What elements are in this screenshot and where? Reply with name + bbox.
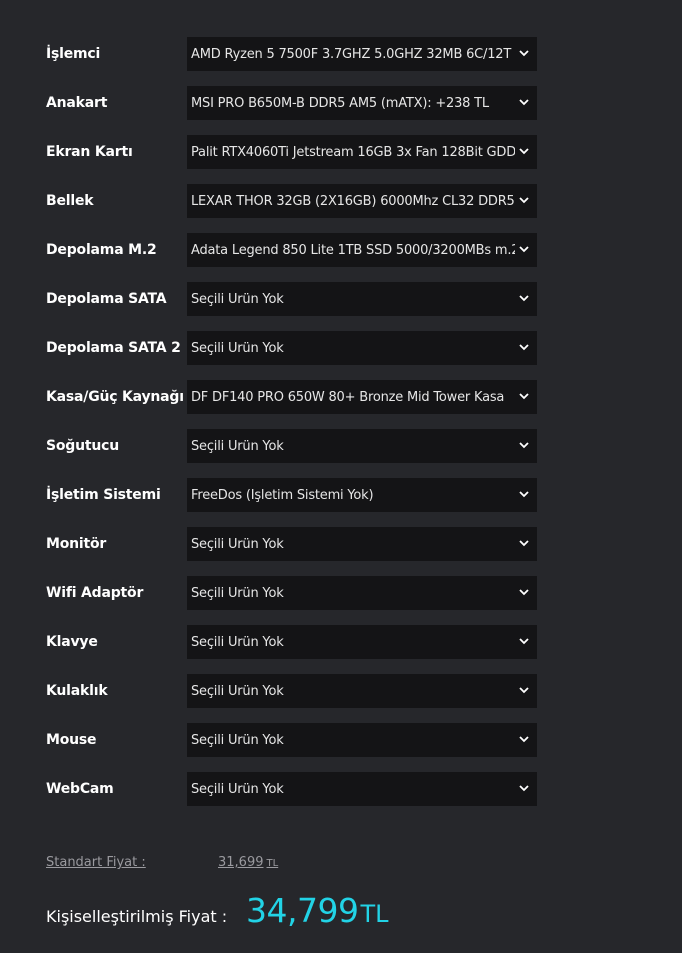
component-label: Depolama M.2: [46, 242, 157, 258]
chevron-down-icon: [519, 540, 529, 547]
selected-value: DF DF140 PRO 650W 80+ Bronze Mid Tower K…: [191, 389, 505, 405]
custom-price-amount: 34,799: [246, 891, 359, 930]
chevron-down-icon: [519, 393, 529, 400]
config-row-depolama-m2: Depolama M.2 Adata Legend 850 Lite 1TB S…: [46, 233, 538, 267]
selected-value: AMD Ryzen 5 7500F 3.7GHZ 5.0GHZ 32MB 6C/…: [191, 46, 512, 62]
chevron-down-icon: [519, 246, 529, 253]
selected-value: Seçili Ürün Yok: [191, 340, 284, 356]
memory-select[interactable]: LEXAR THOR 32GB (2X16GB) 6000Mhz CL32 DD…: [187, 184, 537, 218]
component-label: İşlemci: [46, 46, 101, 62]
selected-value: Seçili Ürün Yok: [191, 781, 284, 797]
standard-price-amount: 31,699: [218, 855, 264, 870]
chevron-down-icon: [519, 589, 529, 596]
selected-value: Adata Legend 850 Lite 1TB SSD 5000/3200M…: [191, 242, 515, 258]
wifi-adapter-select[interactable]: Seçili Ürün Yok: [187, 576, 537, 610]
config-row-klavye: Klavye Seçili Ürün Yok: [46, 625, 538, 659]
custom-price-currency: TL: [360, 900, 389, 928]
keyboard-select[interactable]: Seçili Ürün Yok: [187, 625, 537, 659]
m2-storage-select[interactable]: Adata Legend 850 Lite 1TB SSD 5000/3200M…: [187, 233, 537, 267]
custom-price-label: Kişiselleştirilmiş Fiyat :: [46, 907, 228, 926]
config-row-webcam: WebCam Seçili Ürün Yok: [46, 772, 538, 806]
selected-value: LEXAR THOR 32GB (2X16GB) 6000Mhz CL32 DD…: [191, 193, 515, 209]
component-label: Ekran Kartı: [46, 144, 133, 160]
gpu-select[interactable]: Palit RTX4060Ti Jetstream 16GB 3x Fan 12…: [187, 135, 537, 169]
config-row-mouse: Mouse Seçili Ürün Yok: [46, 723, 538, 757]
component-label: Anakart: [46, 95, 108, 111]
selected-value: Seçili Ürün Yok: [191, 634, 284, 650]
config-row-kasa: Kasa/Güç Kaynağı DF DF140 PRO 650W 80+ B…: [46, 380, 538, 414]
config-row-depolama-sata: Depolama SATA Seçili Ürün Yok: [46, 282, 538, 316]
config-row-wifi-adaptor: Wifi Adaptör Seçili Ürün Yok: [46, 576, 538, 610]
component-label: Depolama SATA: [46, 291, 167, 307]
component-label: Soğutucu: [46, 438, 120, 454]
standard-price-value: 31,699 TL: [218, 855, 278, 870]
cpu-select[interactable]: AMD Ryzen 5 7500F 3.7GHZ 5.0GHZ 32MB 6C/…: [187, 37, 537, 71]
standard-price-row: Standart Fiyat : 31,699 TL: [46, 855, 546, 877]
config-row-ekran-karti: Ekran Kartı Palit RTX4060Ti Jetstream 16…: [46, 135, 538, 169]
config-row-bellek: Bellek LEXAR THOR 32GB (2X16GB) 6000Mhz …: [46, 184, 538, 218]
chevron-down-icon: [519, 344, 529, 351]
monitor-select[interactable]: Seçili Ürün Yok: [187, 527, 537, 561]
custom-price-row: Kişiselleştirilmiş Fiyat : 34,799 TL: [46, 891, 546, 930]
config-row-isletim-sistemi: İşletim Sistemi FreeDos (İşletim Sistemi…: [46, 478, 538, 512]
chevron-down-icon: [519, 687, 529, 694]
chevron-down-icon: [519, 442, 529, 449]
chevron-down-icon: [519, 197, 529, 204]
chevron-down-icon: [519, 785, 529, 792]
component-label: Klavye: [46, 634, 98, 650]
component-label: Monitör: [46, 536, 107, 552]
chevron-down-icon: [519, 491, 529, 498]
mouse-select[interactable]: Seçili Ürün Yok: [187, 723, 537, 757]
config-row-monitor: Monitör Seçili Ürün Yok: [46, 527, 538, 561]
case-psu-select[interactable]: DF DF140 PRO 650W 80+ Bronze Mid Tower K…: [187, 380, 537, 414]
config-row-depolama-sata-2: Depolama SATA 2 Seçili Ürün Yok: [46, 331, 538, 365]
selected-value: Seçili Ürün Yok: [191, 438, 284, 454]
webcam-select[interactable]: Seçili Ürün Yok: [187, 772, 537, 806]
chevron-down-icon: [519, 736, 529, 743]
selected-value: Seçili Ürün Yok: [191, 585, 284, 601]
component-config-list: İşlemci AMD Ryzen 5 7500F 3.7GHZ 5.0GHZ …: [46, 37, 538, 821]
sata-storage-2-select[interactable]: Seçili Ürün Yok: [187, 331, 537, 365]
config-row-sogutucu: Soğutucu Seçili Ürün Yok: [46, 429, 538, 463]
standard-price-currency: TL: [266, 858, 279, 869]
config-row-anakart: Anakart MSI PRO B650M-B DDR5 AM5 (mATX):…: [46, 86, 538, 120]
component-label: WebCam: [46, 781, 114, 797]
sata-storage-select[interactable]: Seçili Ürün Yok: [187, 282, 537, 316]
component-label: Depolama SATA 2: [46, 340, 181, 356]
chevron-down-icon: [519, 148, 529, 155]
component-label: Kasa/Güç Kaynağı: [46, 389, 184, 405]
headset-select[interactable]: Seçili Ürün Yok: [187, 674, 537, 708]
component-label: Wifi Adaptör: [46, 585, 144, 601]
chevron-down-icon: [519, 295, 529, 302]
standard-price-label: Standart Fiyat :: [46, 855, 146, 870]
component-label: Kulaklık: [46, 683, 108, 699]
cooler-select[interactable]: Seçili Ürün Yok: [187, 429, 537, 463]
chevron-down-icon: [519, 99, 529, 106]
selected-value: MSI PRO B650M-B DDR5 AM5 (mATX): +238 TL: [191, 95, 489, 111]
selected-value: Seçili Ürün Yok: [191, 732, 284, 748]
price-summary: Standart Fiyat : 31,699 TL Kişiselleştiri…: [46, 855, 546, 930]
selected-value: Seçili Ürün Yok: [191, 291, 284, 307]
selected-value: Palit RTX4060Ti Jetstream 16GB 3x Fan 12…: [191, 144, 515, 160]
selected-value: Seçili Ürün Yok: [191, 536, 284, 552]
config-row-islemci: İşlemci AMD Ryzen 5 7500F 3.7GHZ 5.0GHZ …: [46, 37, 538, 71]
component-label: İşletim Sistemi: [46, 487, 161, 503]
component-label: Mouse: [46, 732, 97, 748]
motherboard-select[interactable]: MSI PRO B650M-B DDR5 AM5 (mATX): +238 TL: [187, 86, 537, 120]
selected-value: Seçili Ürün Yok: [191, 683, 284, 699]
selected-value: FreeDos (İşletim Sistemi Yok): [191, 487, 374, 503]
component-label: Bellek: [46, 193, 94, 209]
config-row-kulaklik: Kulaklık Seçili Ürün Yok: [46, 674, 538, 708]
os-select[interactable]: FreeDos (İşletim Sistemi Yok): [187, 478, 537, 512]
chevron-down-icon: [519, 50, 529, 57]
chevron-down-icon: [519, 638, 529, 645]
